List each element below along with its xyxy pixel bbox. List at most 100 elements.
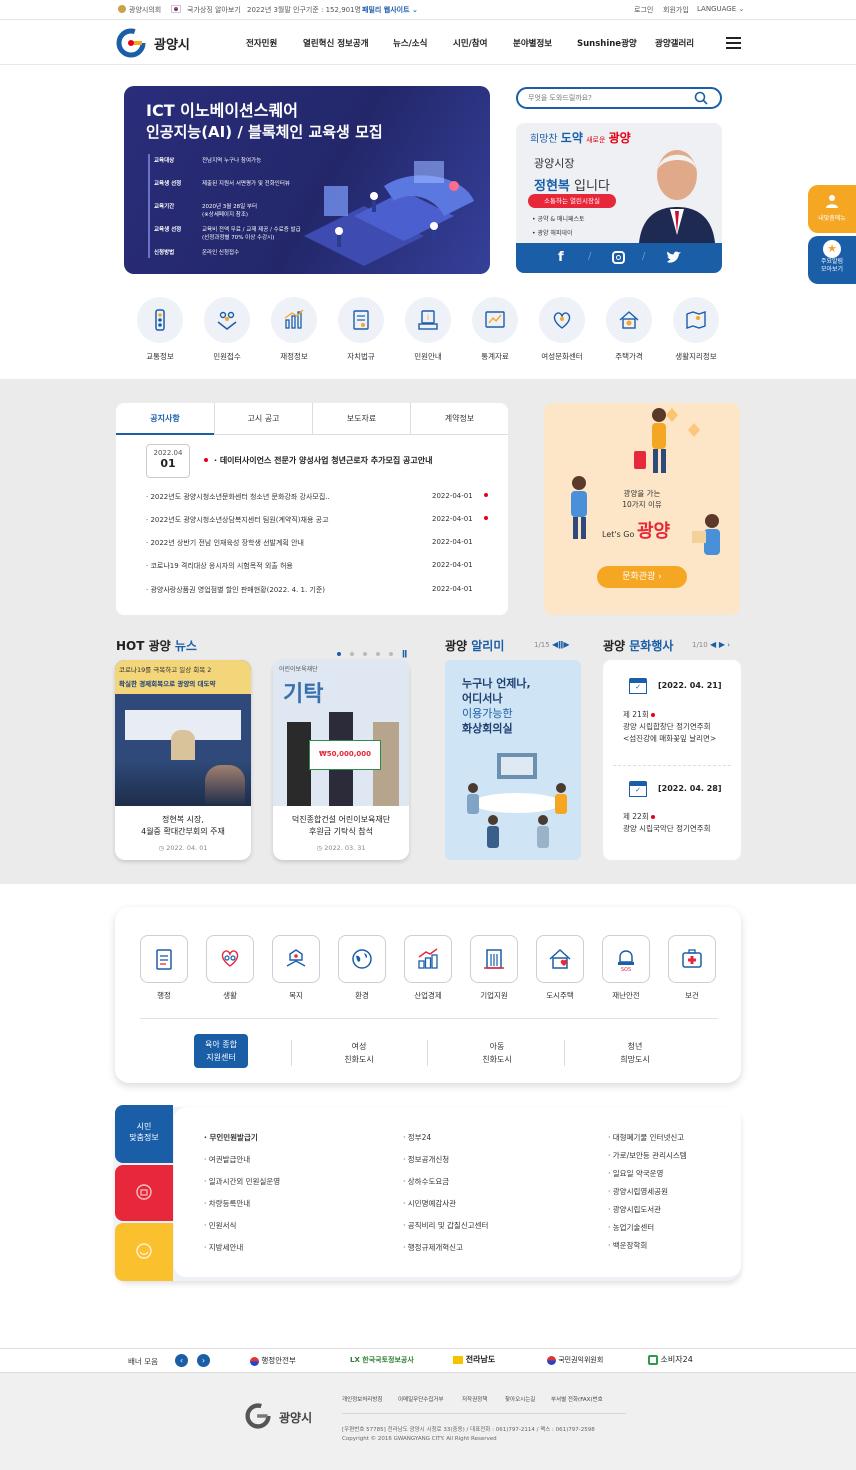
quick-finance[interactable]: 재정정보 bbox=[264, 297, 324, 362]
join-link[interactable]: 회원가입 bbox=[663, 5, 689, 15]
link-regulation-report[interactable]: · 행정규제개혁신고 bbox=[403, 1242, 463, 1253]
banner-mois[interactable]: 행정안전부 bbox=[250, 1355, 296, 1366]
link-agri-center[interactable]: · 농업기술센터 bbox=[608, 1222, 654, 1233]
quick-stats[interactable]: 통계자료 bbox=[465, 297, 525, 362]
link-streetlight[interactable]: · 가로/보안등 관리시스템 bbox=[608, 1150, 687, 1161]
nav-civil[interactable]: 전자민원 bbox=[246, 37, 277, 49]
tab-category-3[interactable] bbox=[115, 1223, 173, 1281]
pledge-link[interactable]: • 공약 & 매니페스토 bbox=[532, 214, 585, 223]
link-scholarship[interactable]: · 백운장학회 bbox=[608, 1240, 647, 1251]
search-icon[interactable] bbox=[694, 91, 708, 105]
nav-news[interactable]: 뉴스/소식 bbox=[393, 37, 427, 49]
list-item[interactable]: · 2022년도 광양시청소년상담복지센터 팀원(계약직)채용 공고 2022-0… bbox=[146, 515, 491, 525]
link-sunday-pharmacy[interactable]: · 일요일 약국운영 bbox=[608, 1168, 663, 1179]
event-link[interactable]: 제 21회 광양 시립합창단 정기연주회 <섬진강에 매화꽃잎 날리면> bbox=[623, 709, 716, 745]
youth-hope-city-link[interactable]: 청년 희망도시 bbox=[568, 1040, 702, 1066]
happyday-link[interactable]: • 광양 해피데이 bbox=[532, 228, 572, 237]
link-memorial-park[interactable]: · 광양시립영세공원 bbox=[608, 1186, 668, 1197]
quick-guide[interactable]: i 민원안내 bbox=[398, 297, 458, 362]
link-honorary-auditor[interactable]: · 시민명예감사관 bbox=[403, 1198, 456, 1209]
cat-business[interactable]: 기업지원 bbox=[468, 935, 520, 1001]
link-kiosk[interactable]: · 무인민원발급기 bbox=[204, 1132, 258, 1143]
cat-safety[interactable]: SOS 재난안전 bbox=[600, 935, 652, 1001]
tab-announcement[interactable]: 고시 공고 bbox=[214, 403, 312, 435]
list-item[interactable]: · 광양사랑상품권 영업점별 할인 판매현황(2022. 4. 1. 기준) 20… bbox=[146, 585, 491, 595]
banner-acrc[interactable]: 국민권익위원회 bbox=[547, 1355, 603, 1365]
nav-sunshine[interactable]: Sunshine광양 bbox=[577, 37, 637, 49]
link-water-fee[interactable]: · 상하수도요금 bbox=[403, 1176, 449, 1187]
women-friendly-city-link[interactable]: 여성 친화도시 bbox=[292, 1040, 426, 1066]
list-item[interactable]: · 2022년도 광양시청소년문화센터 청소년 문화강좌 강사모집.. 2022-… bbox=[146, 492, 491, 502]
nav-open-info[interactable]: 열린혁신 정보공개 bbox=[303, 37, 369, 49]
link-after-hours[interactable]: · 일과시간외 민원실운영 bbox=[204, 1176, 280, 1187]
cat-admin[interactable]: 행정 bbox=[138, 935, 190, 1001]
banner-jeonnam[interactable]: 전라남도 bbox=[453, 1354, 495, 1365]
cat-economy[interactable]: 산업경제 bbox=[402, 935, 454, 1001]
search-input[interactable] bbox=[528, 92, 678, 104]
cat-housing[interactable]: 도시주택 bbox=[534, 935, 586, 1001]
link-vehicle[interactable]: · 차량등록안내 bbox=[204, 1198, 250, 1209]
pager-controls[interactable]: ◀ǁ▶ bbox=[552, 640, 570, 649]
alimi-card[interactable]: 누구나 언제나, 어디서나 이용가능한 화상회의실 bbox=[445, 660, 581, 860]
pager-dot[interactable] bbox=[363, 652, 367, 656]
quick-housing-price[interactable]: 주택가격 bbox=[599, 297, 659, 362]
link-forms[interactable]: · 민원서식 bbox=[204, 1220, 236, 1231]
feature-notice-link[interactable]: · 데이터사이언스 전문가 양성사업 청년근로자 추가모집 공고안내 bbox=[214, 455, 432, 466]
culture-tour-button[interactable]: 문화관광 › bbox=[597, 566, 687, 588]
tab-notice[interactable]: 공지사항 bbox=[116, 403, 214, 435]
quick-traffic[interactable]: 교통정보 bbox=[130, 297, 190, 362]
main-banner[interactable]: ICT 이노베이션스퀘어 인공지능(AI) / 블록체인 교육생 모집 교육대상… bbox=[124, 86, 490, 274]
facebook-icon[interactable]: f bbox=[558, 250, 564, 265]
link-passport[interactable]: · 여권발급안내 bbox=[204, 1154, 250, 1165]
cat-environment[interactable]: 환경 bbox=[336, 935, 388, 1001]
quick-law[interactable]: 자치법규 bbox=[331, 297, 391, 362]
council-link[interactable]: 광양시의회 bbox=[129, 5, 161, 15]
tab-category-2[interactable] bbox=[115, 1165, 173, 1221]
tourism-banner[interactable]: 광양을 가는 10가지 이유 Let's Go 광양 문화관광 › bbox=[544, 403, 740, 615]
footer-phone[interactable]: 부서별 전화(FAX)번호 bbox=[551, 1395, 603, 1403]
chevron-right-icon[interactable]: › bbox=[727, 641, 730, 649]
pager-dot[interactable] bbox=[350, 652, 354, 656]
footer-copyright-policy[interactable]: 저작권정책 bbox=[462, 1395, 487, 1403]
search-box[interactable] bbox=[516, 87, 722, 109]
event-link[interactable]: 제 22회 광양 시립국악단 정기연주회 bbox=[623, 811, 711, 835]
pager-controls[interactable]: ◀ ▶ bbox=[710, 640, 725, 649]
login-link[interactable]: 로그인 bbox=[634, 5, 653, 15]
tab-press[interactable]: 보도자료 bbox=[312, 403, 410, 435]
nav-gallery[interactable]: 광양갤러리 bbox=[655, 37, 694, 49]
link-info-request[interactable]: · 정보공개신청 bbox=[403, 1154, 449, 1165]
my-menu-button[interactable]: 내맞춤메뉴 bbox=[808, 185, 856, 233]
child-friendly-city-link[interactable]: 아동 친화도시 bbox=[430, 1040, 564, 1066]
cat-health[interactable]: 보건 bbox=[666, 935, 718, 1001]
tab-citizen-info[interactable]: 시민 맞춤정보 bbox=[115, 1105, 173, 1163]
notice-collect-button[interactable]: ★ 주요알림 모아보기 bbox=[808, 236, 856, 284]
language-select[interactable]: LANGUAGE ⌄ bbox=[697, 5, 744, 13]
banner-lx[interactable]: LX 한국국토정보공사 bbox=[350, 1355, 414, 1365]
news-card[interactable]: 어린이보육재단 기탁 ₩50,000,000 덕진종합건설 어린이보육재단 후원금… bbox=[273, 660, 409, 860]
childcare-center-button[interactable]: 육아 종합 지원센터 bbox=[194, 1034, 248, 1068]
link-corruption-report[interactable]: · 공직비리 및 갑질신고센터 bbox=[403, 1220, 488, 1231]
banner-consumer24[interactable]: 소비자24 bbox=[648, 1354, 693, 1365]
cat-life[interactable]: 생활 bbox=[204, 935, 256, 1001]
footer-email[interactable]: 이메일무단수집거부 bbox=[398, 1395, 444, 1403]
instagram-icon[interactable] bbox=[612, 251, 625, 264]
quick-women-center[interactable]: 여성문화센터 bbox=[532, 297, 592, 362]
quick-geo[interactable]: 생활지리정보 bbox=[666, 297, 726, 362]
news-card[interactable]: 코로나19를 극복하고 일상 회복 2 확실한 경제회복으로 광양의 대도약 정… bbox=[115, 660, 251, 860]
pause-icon[interactable]: ǁ bbox=[402, 649, 407, 658]
pager-dot[interactable] bbox=[376, 652, 380, 656]
pager-dot[interactable] bbox=[337, 652, 341, 656]
pager-dot[interactable] bbox=[389, 652, 393, 656]
hamburger-menu-icon[interactable] bbox=[726, 37, 741, 49]
link-local-tax[interactable]: · 지방세안내 bbox=[204, 1242, 243, 1253]
nav-field-info[interactable]: 분야별정보 bbox=[513, 37, 552, 49]
open-mayor-office-button[interactable]: 소통하는 열린시장실 bbox=[528, 194, 616, 208]
banner-next-button[interactable]: › bbox=[197, 1354, 210, 1367]
twitter-icon[interactable] bbox=[666, 251, 681, 264]
link-library[interactable]: · 광양시립도서관 bbox=[608, 1204, 661, 1215]
cat-welfare[interactable]: 복지 bbox=[270, 935, 322, 1001]
list-item[interactable]: · 2022년 상반기 전남 인재육성 장학생 선발계획 안내 2022-04-0… bbox=[146, 538, 491, 548]
tab-contract[interactable]: 계약정보 bbox=[410, 403, 508, 435]
quick-civil[interactable]: 민원접수 bbox=[197, 297, 257, 362]
link-gov24[interactable]: · 정부24 bbox=[403, 1132, 431, 1143]
